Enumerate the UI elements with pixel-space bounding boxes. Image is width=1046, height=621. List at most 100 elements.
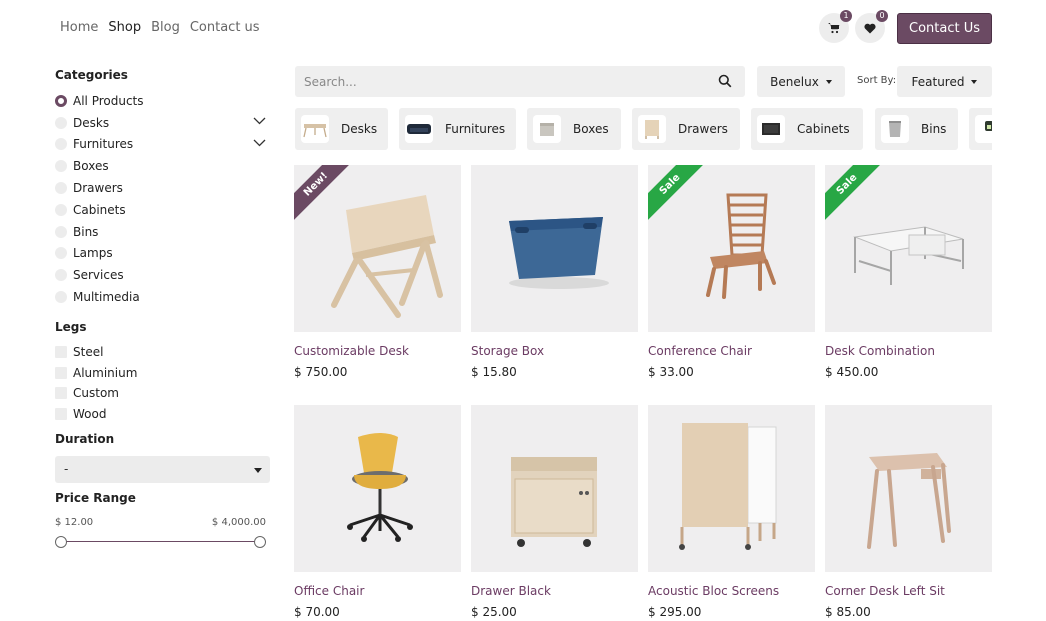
drawer-illustration — [511, 457, 597, 547]
category-drawers[interactable]: Drawers — [55, 177, 270, 199]
product-price: $ 85.00 — [825, 605, 871, 619]
wishlist-count-badge: 0 — [876, 10, 888, 22]
sort-value: Featured — [911, 74, 965, 89]
desk-combination-image[interactable]: Sale — [825, 165, 992, 332]
legs-list: Steel Aluminium Custom Wood — [55, 342, 270, 424]
chevron-down-icon[interactable] — [253, 117, 266, 125]
radio[interactable] — [55, 203, 67, 216]
radio[interactable] — [55, 182, 67, 195]
product-price: $ 15.80 — [471, 365, 517, 379]
category-label: Desks — [73, 115, 110, 130]
radio[interactable] — [55, 138, 67, 151]
radio[interactable] — [55, 116, 67, 129]
drawer-image[interactable] — [471, 405, 638, 572]
nav-shop[interactable]: Shop — [108, 20, 141, 35]
product-name[interactable]: Office Chair — [294, 584, 461, 598]
acoustic-screens-image[interactable] — [648, 405, 815, 572]
pill-drawers[interactable]: Drawers — [632, 108, 740, 150]
radio[interactable] — [55, 160, 67, 173]
price-range-heading: Price Range — [55, 490, 136, 505]
pricelist-dropdown[interactable]: Benelux — [757, 66, 845, 97]
category-label: Multimedia — [73, 290, 140, 305]
checkbox[interactable] — [55, 346, 67, 359]
product-card[interactable]: Drawer Black $ 25.00 — [471, 405, 638, 619]
pill-bins[interactable]: Bins — [875, 108, 958, 150]
radio[interactable] — [55, 269, 67, 282]
office-chair-image[interactable] — [294, 405, 461, 572]
product-name[interactable]: Desk Combination — [825, 344, 992, 358]
category-multimedia[interactable]: Multimedia — [55, 286, 270, 308]
radio[interactable] — [55, 225, 67, 238]
nav-home[interactable]: Home — [60, 20, 98, 35]
nav-contact[interactable]: Contact us — [190, 20, 260, 35]
product-price: $ 450.00 — [825, 365, 879, 379]
product-name[interactable]: Drawer Black — [471, 584, 638, 598]
price-range-labels: $ 12.00 $ 4,000.00 — [55, 517, 266, 528]
checkbox[interactable] — [55, 387, 67, 400]
legs-aluminium[interactable]: Aluminium — [55, 362, 270, 383]
price-max-label: $ 4,000.00 — [211, 516, 266, 528]
sort-dropdown[interactable]: Featured — [897, 66, 992, 97]
product-name[interactable]: Customizable Desk — [294, 344, 461, 358]
category-cabinets[interactable]: Cabinets — [55, 199, 270, 221]
legs-custom[interactable]: Custom — [55, 383, 270, 404]
search-input[interactable] — [295, 66, 695, 97]
category-lamps[interactable]: Lamps — [55, 243, 270, 265]
duration-value: - — [64, 461, 69, 476]
pill-desks[interactable]: Desks — [295, 108, 388, 150]
product-card[interactable]: Acoustic Bloc Screens $ 295.00 — [648, 405, 815, 619]
pill-cabinets[interactable]: Cabinets — [751, 108, 863, 150]
product-card[interactable]: New! Customizable Desk $ 750.00 — [294, 165, 461, 379]
category-boxes[interactable]: Boxes — [55, 155, 270, 177]
product-card[interactable]: Sale Conference Chair $ 33.00 — [648, 165, 815, 379]
search-icon[interactable] — [718, 74, 732, 88]
product-name[interactable]: Storage Box — [471, 344, 638, 358]
product-name[interactable]: Acoustic Bloc Screens — [648, 584, 815, 598]
contact-us-button[interactable]: Contact Us — [897, 13, 992, 44]
checkbox[interactable] — [55, 366, 67, 379]
wooden-chair-image[interactable]: Sale — [648, 165, 815, 332]
category-furnitures[interactable]: Furnitures — [55, 134, 270, 156]
category-all-products[interactable]: All Products — [55, 90, 270, 112]
caret-down-icon — [825, 79, 832, 84]
main-nav: Home Shop Blog Contact us — [60, 20, 260, 35]
duration-select[interactable]: - — [55, 455, 270, 483]
product-price: $ 33.00 — [648, 365, 694, 379]
chevron-down-icon[interactable] — [253, 139, 266, 147]
cart-count-badge: 1 — [840, 10, 852, 22]
radio-checked[interactable] — [55, 94, 67, 107]
pill-lamps[interactable] — [969, 108, 992, 150]
filters-sidebar: Categories All Products Desks Furnitures… — [55, 68, 270, 548]
checkbox[interactable] — [55, 407, 67, 420]
category-label: Cabinets — [73, 202, 126, 217]
price-min-label: $ 12.00 — [55, 516, 94, 528]
product-name[interactable]: Corner Desk Left Sit — [825, 584, 992, 598]
pill-furnitures[interactable]: Furnitures — [399, 108, 516, 150]
corner-desk-image[interactable] — [825, 405, 992, 572]
product-name[interactable]: Conference Chair — [648, 344, 815, 358]
slider-min-handle[interactable] — [55, 535, 67, 548]
product-card[interactable]: Corner Desk Left Sit $ 85.00 — [825, 405, 992, 619]
price-range-slider[interactable] — [55, 535, 266, 548]
legs-wood[interactable]: Wood — [55, 403, 270, 424]
wishlist-button[interactable]: 0 — [855, 10, 888, 43]
cart-button[interactable]: 1 — [819, 10, 852, 43]
legs-label: Custom — [73, 386, 119, 401]
category-desks[interactable]: Desks — [55, 112, 270, 134]
radio[interactable] — [55, 291, 67, 304]
pill-boxes[interactable]: Boxes — [527, 108, 621, 150]
category-services[interactable]: Services — [55, 264, 270, 286]
legs-steel[interactable]: Steel — [55, 342, 270, 363]
product-card[interactable]: Sale Desk Combination $ 450.00 — [825, 165, 992, 379]
categories-list: All Products Desks Furnitures Boxes Draw… — [55, 90, 270, 308]
sort-by-label: Sort By: — [857, 75, 897, 86]
category-bins[interactable]: Bins — [55, 221, 270, 243]
product-card[interactable]: Storage Box $ 15.80 — [471, 165, 638, 379]
slider-max-handle[interactable] — [254, 535, 266, 548]
nav-blog[interactable]: Blog — [151, 20, 180, 35]
legs-heading: Legs — [55, 319, 87, 334]
product-card[interactable]: Office Chair $ 70.00 — [294, 405, 461, 619]
desk-image[interactable]: New! — [294, 165, 461, 332]
radio[interactable] — [55, 247, 67, 260]
storage-box-image[interactable] — [471, 165, 638, 332]
